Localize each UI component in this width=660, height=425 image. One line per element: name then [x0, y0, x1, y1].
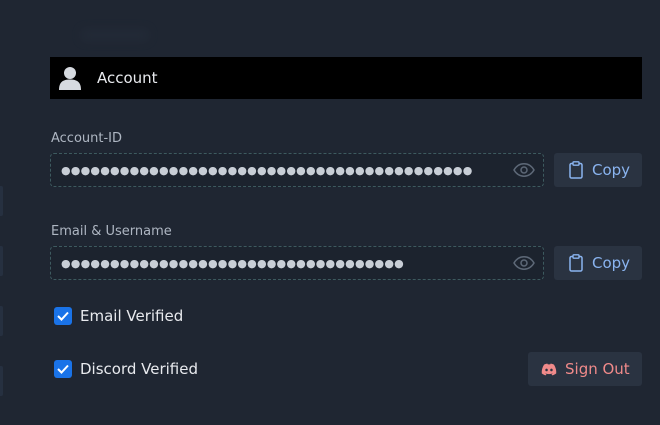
clipboard-icon	[568, 254, 584, 272]
copy-label: Copy	[592, 161, 631, 179]
page-title: Account	[97, 69, 158, 87]
discord-verified-label: Discord Verified	[80, 360, 199, 378]
decorative-shadow	[80, 28, 150, 42]
check-icon	[57, 311, 69, 321]
side-edge-tab	[0, 306, 3, 336]
eye-icon[interactable]	[513, 255, 535, 271]
sign-out-label: Sign Out	[565, 360, 630, 378]
sign-out-button[interactable]: Sign Out	[528, 352, 642, 386]
copy-label: Copy	[592, 254, 631, 272]
account-id-field[interactable]: ●●●●●●●●●●●●●●●●●●●●●●●●●●●●●●●●●●●●●●●●…	[50, 153, 544, 187]
email-verified-checkbox[interactable]	[54, 307, 72, 325]
discord-icon	[541, 360, 557, 378]
side-edge-tab	[0, 186, 3, 216]
check-icon	[57, 364, 69, 374]
side-edge-tab	[0, 246, 3, 276]
eye-icon[interactable]	[513, 162, 535, 178]
account-id-label: Account-ID	[51, 131, 123, 146]
email-label: Email & Username	[51, 224, 172, 239]
discord-verified-checkbox[interactable]	[54, 360, 72, 378]
copy-email-button[interactable]: Copy	[554, 246, 642, 280]
user-icon	[59, 66, 81, 90]
copy-account-id-button[interactable]: Copy	[554, 153, 642, 187]
email-masked-value: ●●●●●●●●●●●●●●●●●●●●●●●●●●●●●●●●●●●	[61, 256, 404, 270]
side-edge-tab	[0, 366, 3, 396]
email-verified-row: Email Verified	[54, 307, 183, 325]
account-id-masked-value: ●●●●●●●●●●●●●●●●●●●●●●●●●●●●●●●●●●●●●●●●…	[61, 163, 473, 177]
account-panel: Account Account-ID ●●●●●●●●●●●●●●●●●●●●●…	[0, 0, 660, 425]
clipboard-icon	[568, 161, 584, 179]
email-field[interactable]: ●●●●●●●●●●●●●●●●●●●●●●●●●●●●●●●●●●●	[50, 246, 544, 280]
discord-verified-row: Discord Verified	[54, 360, 198, 378]
account-header: Account	[50, 57, 642, 99]
email-verified-label: Email Verified	[80, 307, 184, 325]
